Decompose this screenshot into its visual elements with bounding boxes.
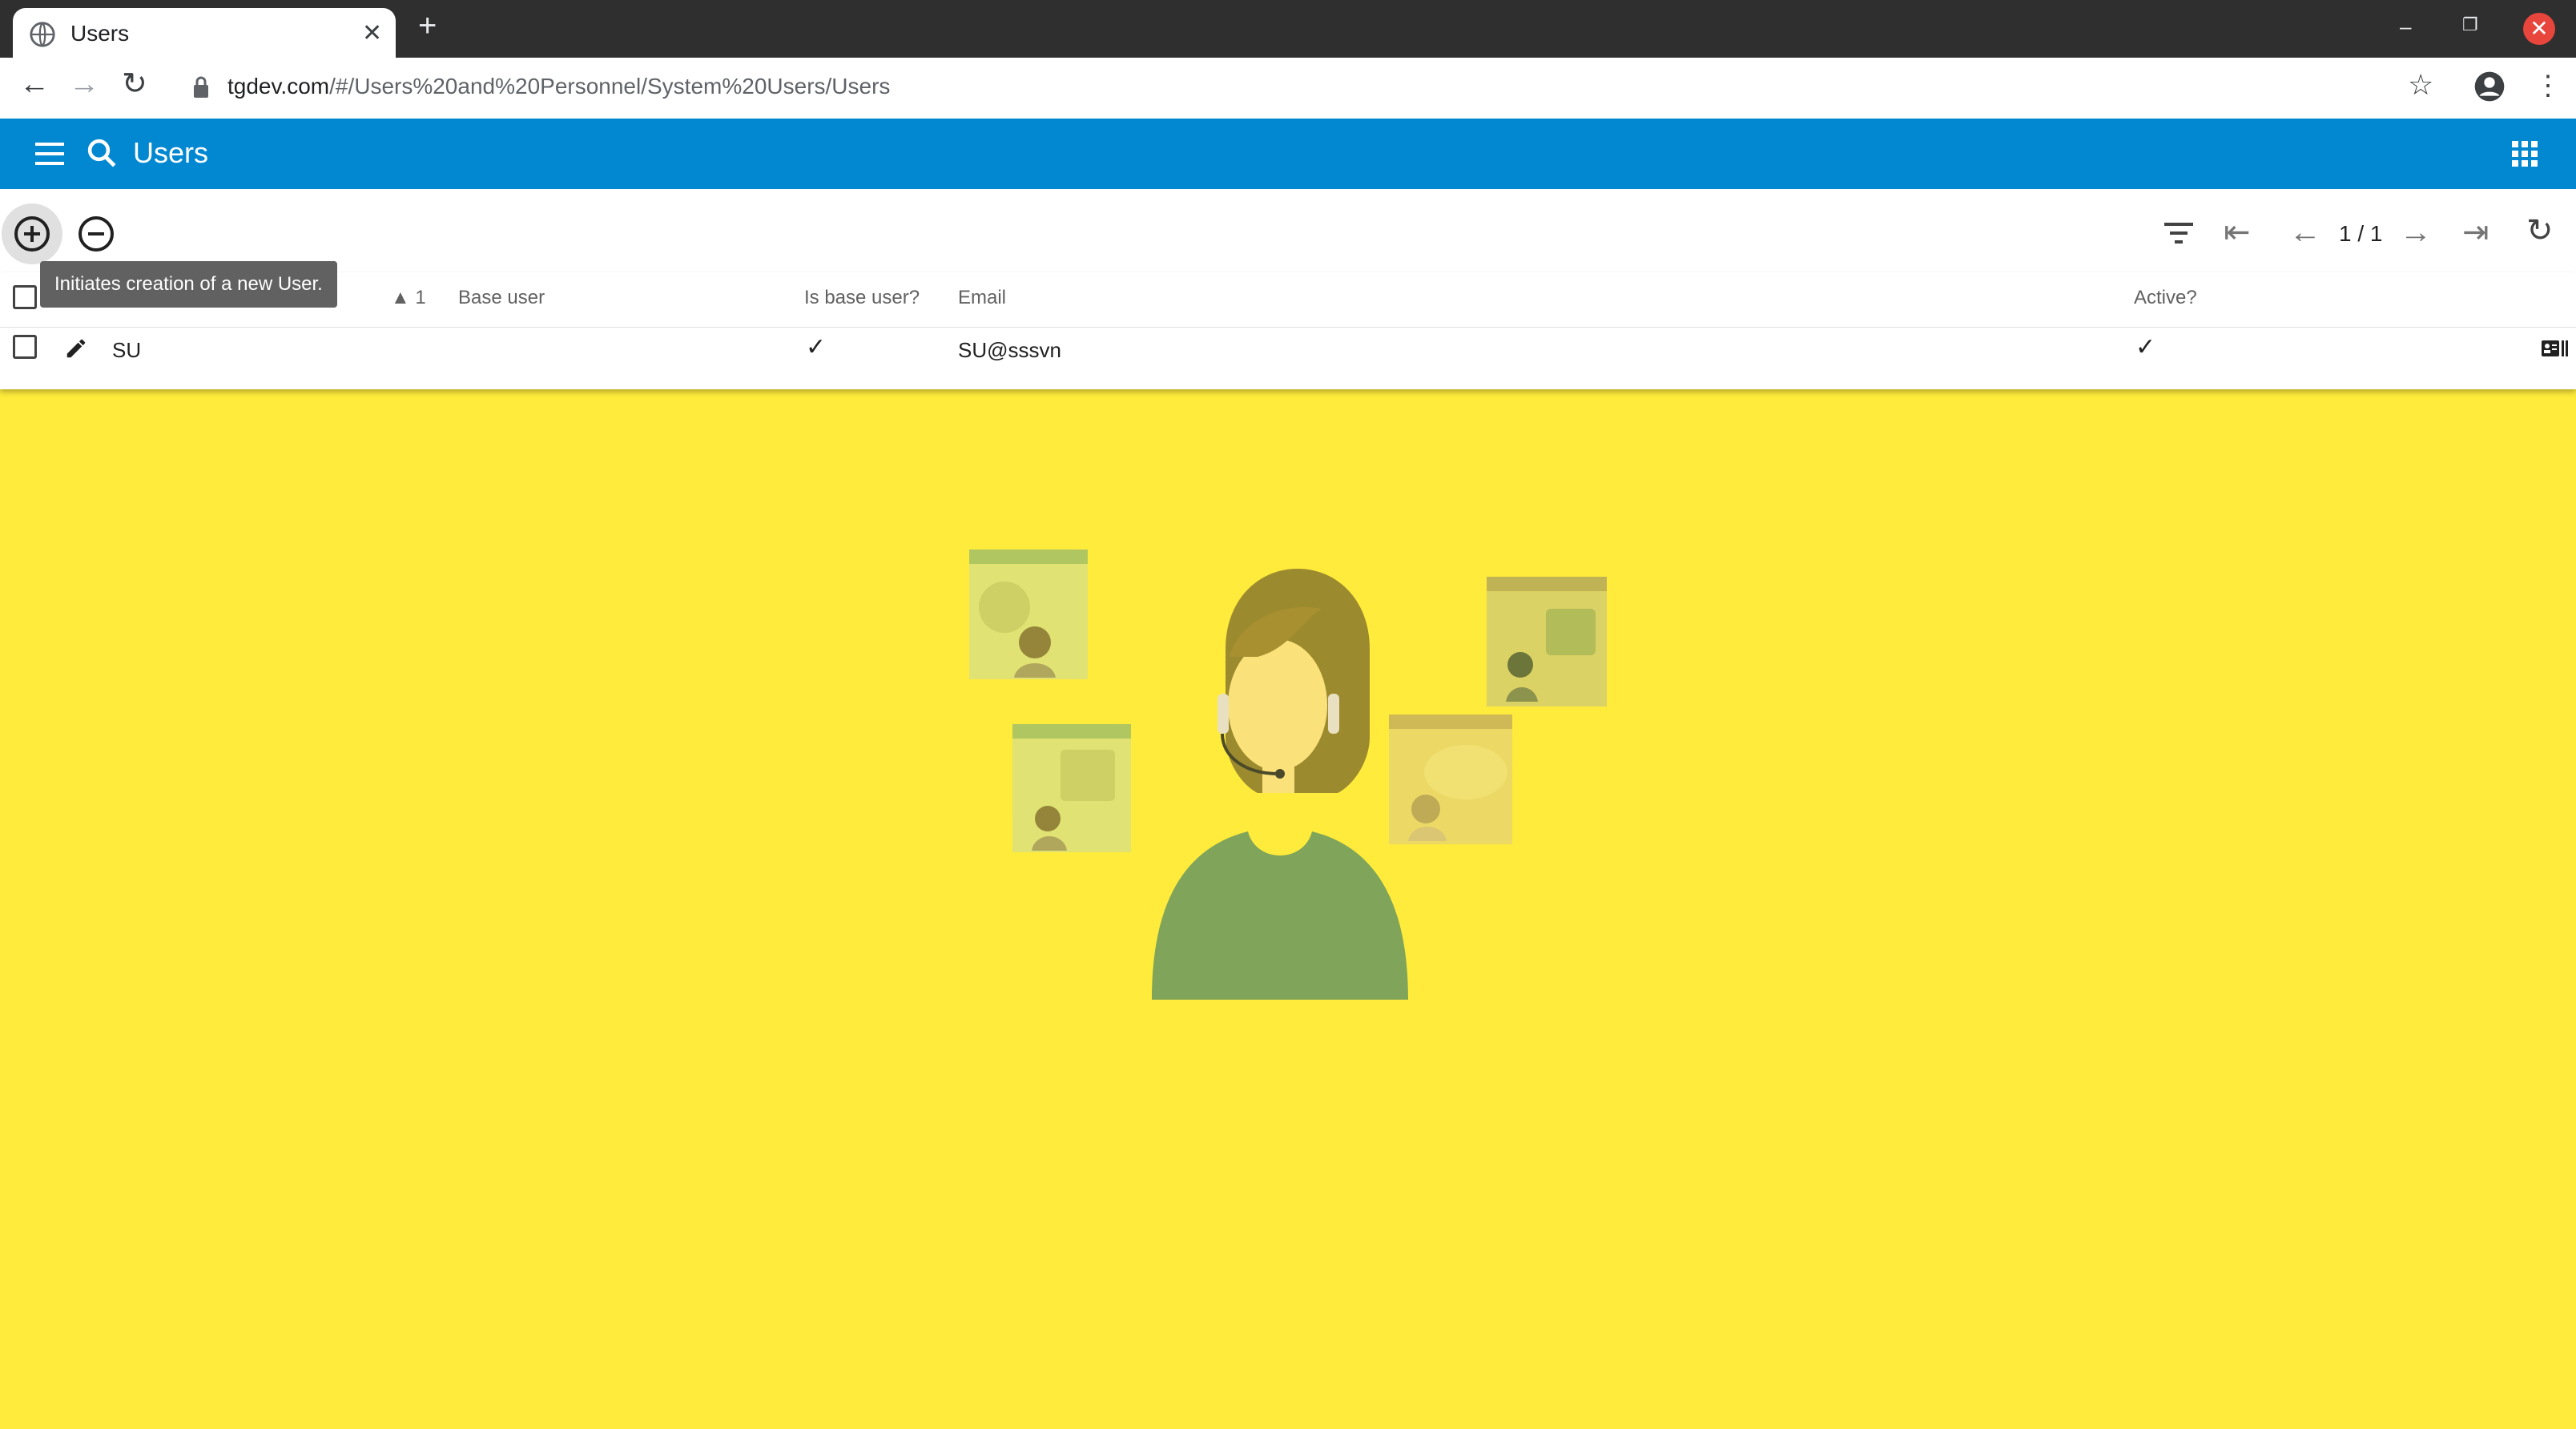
tab-title: Users	[70, 21, 130, 46]
browser-menu-icon[interactable]: ⋮	[2534, 72, 2562, 99]
edit-icon[interactable]	[64, 336, 88, 360]
users-grid: User name ▲ 1 Base user Is base user? Em…	[0, 272, 2576, 389]
cell-email: SU@sssvn	[958, 338, 1061, 362]
chat-window-illustration	[969, 549, 1088, 679]
sort-order: 1	[415, 287, 426, 308]
back-icon[interactable]: ←	[19, 69, 50, 99]
minimize-icon[interactable]: –	[2400, 14, 2411, 39]
search-icon[interactable]	[85, 136, 119, 170]
restore-icon[interactable]: ❐	[2462, 14, 2478, 35]
column-header-active[interactable]: Active?	[2134, 287, 2197, 309]
cell-user-name: SU	[112, 338, 142, 362]
bookmark-star-icon[interactable]: ☆	[2408, 70, 2433, 99]
address-bar: ← → ↻ tgdev.com/#/Users%20and%20Personne…	[0, 58, 2576, 119]
browser-tab-bar: Users ✕ + – ❐ ✕	[0, 0, 2576, 58]
column-header-is-base-user[interactable]: Is base user?	[804, 287, 920, 309]
apps-grid-icon[interactable]	[2510, 139, 2539, 168]
reload-icon[interactable]: ↻	[122, 69, 147, 99]
chat-window-illustration	[1487, 577, 1607, 706]
url-field[interactable]: tgdev.com/#/Users%20and%20Personnel/Syst…	[227, 74, 890, 99]
profile-icon[interactable]	[2473, 70, 2506, 103]
new-tab-icon[interactable]: +	[418, 10, 437, 42]
add-button-tooltip: Initiates creation of a new User.	[40, 261, 337, 308]
app-header: Users	[0, 119, 2576, 189]
last-page-icon[interactable]: ⇥	[2462, 216, 2489, 248]
globe-icon	[30, 22, 55, 47]
page-indicator: 1 / 1	[2339, 221, 2383, 246]
customer-support-illustration	[969, 549, 1607, 1000]
chat-window-illustration	[1012, 724, 1131, 852]
close-window-icon[interactable]: ✕	[2523, 13, 2555, 45]
chat-window-illustration	[1389, 714, 1512, 844]
row-checkbox[interactable]	[13, 335, 37, 359]
url-path: /#/Users%20and%20Personnel/System%20User…	[329, 74, 891, 99]
sort-indicator[interactable]: ▲ 1	[391, 287, 426, 309]
url-host: tgdev.com	[227, 74, 330, 99]
forward-icon[interactable]: →	[69, 69, 99, 99]
first-page-icon[interactable]: ⇤	[2224, 216, 2251, 248]
menu-icon[interactable]	[34, 139, 66, 168]
support-agent-figure	[1152, 569, 1408, 1000]
page-title: Users	[133, 136, 209, 169]
refresh-icon[interactable]: ↻	[2526, 215, 2554, 247]
cell-is-base-user: ✓	[806, 334, 827, 360]
add-button[interactable]	[13, 215, 51, 253]
lock-icon	[194, 76, 208, 98]
cell-active: ✓	[2135, 334, 2156, 360]
filter-icon[interactable]	[2163, 219, 2195, 247]
select-all-checkbox[interactable]	[13, 285, 37, 309]
delete-button[interactable]	[77, 215, 115, 253]
browser-tab[interactable]: Users ✕	[13, 8, 396, 58]
next-page-icon[interactable]: →	[2400, 216, 2432, 248]
card-view-icon[interactable]	[2541, 338, 2568, 359]
column-header-email[interactable]: Email	[958, 287, 1006, 309]
header-divider	[0, 327, 2576, 328]
tab-close-icon[interactable]: ✕	[362, 19, 382, 47]
column-header-base-user[interactable]: Base user	[458, 287, 545, 309]
previous-page-icon[interactable]: ←	[2289, 216, 2321, 248]
